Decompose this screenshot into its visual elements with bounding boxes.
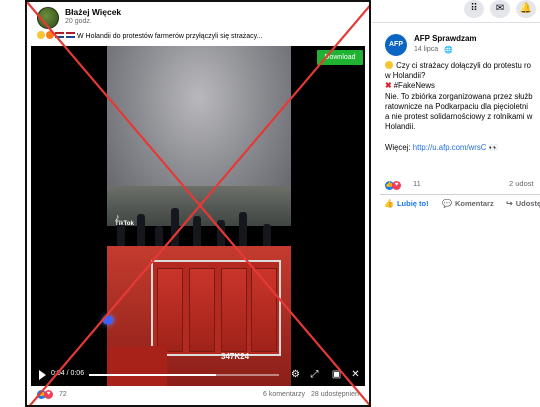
video-controls: 0:04 / 0:06 ⚙ ⤢ ▣ ✕: [31, 364, 365, 386]
netherlands-flag-icon: [66, 32, 75, 38]
love-reaction-icon: ♥: [392, 181, 401, 190]
share-icon: ↪: [506, 199, 513, 208]
comments-count[interactable]: 6 komentarzy: [263, 391, 305, 398]
divider: [380, 194, 540, 195]
post-date[interactable]: 14 lipca: [414, 46, 438, 53]
post-header: Błażej Więcek 20 godz. W Holandii do pro…: [33, 4, 363, 44]
page-name[interactable]: AFP Sprawdzam: [414, 34, 477, 43]
reactions-count[interactable]: 72: [59, 391, 67, 398]
netherlands-flag-icon: [55, 32, 64, 38]
reactions-row: 👍♥ 11 2 udost: [385, 178, 540, 190]
post-line: Holandii.: [385, 122, 416, 132]
post-body: Czy ci strażacy dołączyli do protestu ro…: [385, 61, 540, 153]
tiktok-watermark: ♪ TikTok: [115, 212, 134, 228]
reaction-icons[interactable]: 👍♥: [385, 179, 401, 190]
video-player[interactable]: 347K24 ♪ TikTok 0:04 / 0:06 ⚙ ⤢ ▣ ✕: [31, 46, 365, 386]
post-line-text: Czy ci strażacy dołączyli do protestu ro: [396, 61, 531, 70]
afp-logo[interactable]: AFP: [385, 34, 407, 56]
thinking-emoji-icon: [37, 31, 45, 39]
bell-icon[interactable]: 🔔: [516, 0, 536, 18]
caption-text: W Holandii do protestów farmerów przyłąc…: [77, 33, 263, 40]
like-label: Lubię to!: [396, 199, 429, 208]
pip-icon[interactable]: ▣: [330, 368, 343, 381]
tiktok-logo-icon: ♪: [115, 212, 120, 222]
fire-emoji-icon: [46, 31, 54, 39]
truck-panel: [251, 268, 277, 352]
hashtag-link[interactable]: #FakeNews: [394, 81, 435, 90]
play-icon[interactable]: [39, 370, 46, 380]
truck-panel: [157, 268, 183, 352]
post-line: Więcej: http://u.afp.com/wrsC 👀: [385, 143, 540, 153]
thumbs-up-icon: 👍: [384, 199, 394, 208]
download-button[interactable]: Download: [317, 50, 363, 65]
shares-count[interactable]: 2 udost: [509, 179, 534, 188]
post-line: ✖ #FakeNews: [385, 81, 540, 91]
comment-icon: 💬: [442, 199, 452, 208]
truck-body: [151, 260, 281, 356]
divider: [372, 22, 540, 23]
post-line: Nie. To zbiórka zorganizowana przez służ…: [385, 91, 533, 101]
messenger-icon[interactable]: ✉: [490, 0, 510, 18]
debunked-post-screenshot: Błażej Więcek 20 godz. W Holandii do pro…: [25, 0, 371, 407]
more-label: Więcej:: [385, 142, 413, 152]
post-line-spacer: [385, 132, 540, 142]
grid-icon[interactable]: ⠿: [464, 0, 484, 18]
comment-label: Komentarz: [454, 199, 494, 208]
blue-light-icon: [103, 316, 113, 324]
post-footer: 👍♥ 72 6 komentarzy 28 udostępnień: [33, 388, 363, 404]
share-label: Udostę: [515, 199, 540, 208]
tiktok-label: TikTok: [115, 221, 134, 227]
thinking-emoji-icon: [385, 61, 393, 69]
like-button[interactable]: 👍 Lubię to!: [384, 199, 429, 208]
video-progress-bar[interactable]: [89, 374, 279, 376]
shares-count[interactable]: 28 udostępnień: [311, 391, 359, 398]
afp-post: ⠿ ✉ 🔔 AFP AFP Sprawdzam 14 lipca 🌐 Czy c…: [372, 0, 540, 407]
post-line: w Holandii?: [385, 71, 426, 81]
mute-icon[interactable]: ✕: [349, 368, 362, 381]
video-time: 0:04 / 0:06: [51, 370, 85, 377]
globe-icon: 🌐: [444, 47, 453, 54]
expand-icon[interactable]: ⤢: [308, 368, 321, 381]
source-link[interactable]: http://u.afp.com/wrsC: [413, 143, 487, 152]
video-progress-fill: [89, 374, 217, 376]
author-avatar[interactable]: [37, 7, 59, 29]
post-caption: W Holandii do protestów farmerów przyłąc…: [37, 31, 262, 40]
gear-icon[interactable]: ⚙: [289, 368, 302, 381]
share-button[interactable]: ↪ Udostę: [506, 199, 540, 208]
reaction-icons[interactable]: 👍♥: [37, 390, 53, 399]
truck-panel: [221, 268, 247, 352]
eyes-emoji-icon: 👀: [488, 142, 499, 152]
truck-number: 347K24: [221, 352, 250, 361]
love-reaction-icon: ♥: [44, 390, 53, 399]
reactions-count[interactable]: 11: [413, 179, 421, 188]
post-author[interactable]: Błażej Więcek: [65, 7, 121, 17]
post-timestamp[interactable]: 20 godz.: [65, 18, 92, 25]
action-bar: 👍 Lubię to! 💬 Komentarz ↪ Udostę: [380, 199, 540, 213]
post-line: a nie protest solidarnościowy z rolnikam…: [385, 112, 533, 122]
truck-panel: [189, 268, 215, 352]
red-x-emoji-icon: ✖: [385, 81, 392, 91]
post-line: Czy ci strażacy dołączyli do protestu ro: [385, 61, 540, 71]
post-line: ratownicze na Podkarpaciu dla pięcioletn…: [385, 101, 529, 111]
comment-button[interactable]: 💬 Komentarz: [442, 199, 494, 208]
